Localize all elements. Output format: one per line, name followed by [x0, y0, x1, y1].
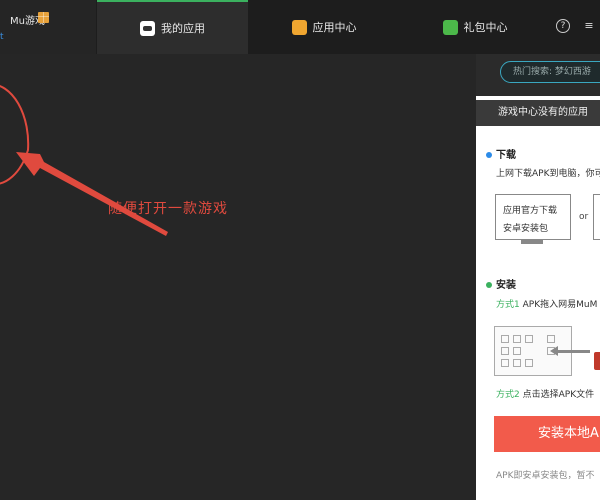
search-input[interactable]: 热门搜索: 梦幻西游: [500, 61, 600, 83]
top-bar: Mu游戏 t 我的应用 应用中心 礼包中心 ? ≡: [0, 0, 600, 54]
footer-note: APK即安卓安装包，暂不: [496, 471, 595, 481]
or-label: or: [579, 212, 589, 222]
drag-arrow-icon: [550, 346, 590, 356]
tab-my-apps[interactable]: 我的应用: [97, 0, 248, 54]
annotation-overlay: [0, 85, 168, 236]
method1: 方式1 APK拖入网易MuM: [496, 300, 598, 310]
help-icon[interactable]: ?: [556, 19, 570, 33]
bullet-icon: [486, 152, 492, 158]
right-panel: 热门搜索: 梦幻西游 游戏中心没有的应用 下载 上网下载APK到电脑，你可 应用…: [476, 54, 600, 500]
download-box[interactable]: 应用官方下载 安卓安装包: [495, 194, 571, 240]
download-section-title: 下载: [486, 146, 516, 161]
monitor-stand: [521, 240, 543, 244]
menu-icon[interactable]: ≡: [582, 19, 596, 33]
annotation-circle: [0, 85, 30, 185]
tab-my-apps-label: 我的应用: [161, 22, 205, 35]
annotation-arrow: [16, 152, 168, 236]
brand-area: Mu游戏 t: [0, 0, 96, 54]
gift-icon: [442, 19, 458, 35]
download-box-alt[interactable]: [593, 194, 600, 240]
download-desc: 上网下载APK到电脑，你可: [496, 169, 600, 179]
brand-sub[interactable]: t: [0, 32, 4, 42]
download-box-line1: 应用官方下载: [503, 206, 558, 216]
method2: 方式2 点击选择APK文件: [496, 390, 595, 400]
tab-gift-center[interactable]: 礼包中心: [400, 0, 550, 54]
tab-app-center[interactable]: 应用中心: [249, 0, 399, 54]
tab-app-center-label: 应用中心: [312, 21, 357, 34]
bullet-icon: [486, 282, 492, 288]
install-section-title: 安装: [486, 276, 516, 291]
avatar-icon: [140, 20, 155, 36]
hint-text: 随便打开一款游戏: [108, 201, 228, 217]
tab-gift-center-label: 礼包中心: [463, 21, 508, 34]
notice-bar: 游戏中心没有的应用: [476, 100, 600, 126]
search-area: 热门搜索: 梦幻西游: [476, 54, 600, 96]
shop-icon: [291, 19, 307, 35]
download-box-line2: 安卓安装包: [503, 224, 549, 234]
gift-icon[interactable]: [38, 12, 49, 23]
apk-file-icon: [594, 352, 600, 370]
install-local-button[interactable]: 安装本地A: [494, 416, 600, 452]
